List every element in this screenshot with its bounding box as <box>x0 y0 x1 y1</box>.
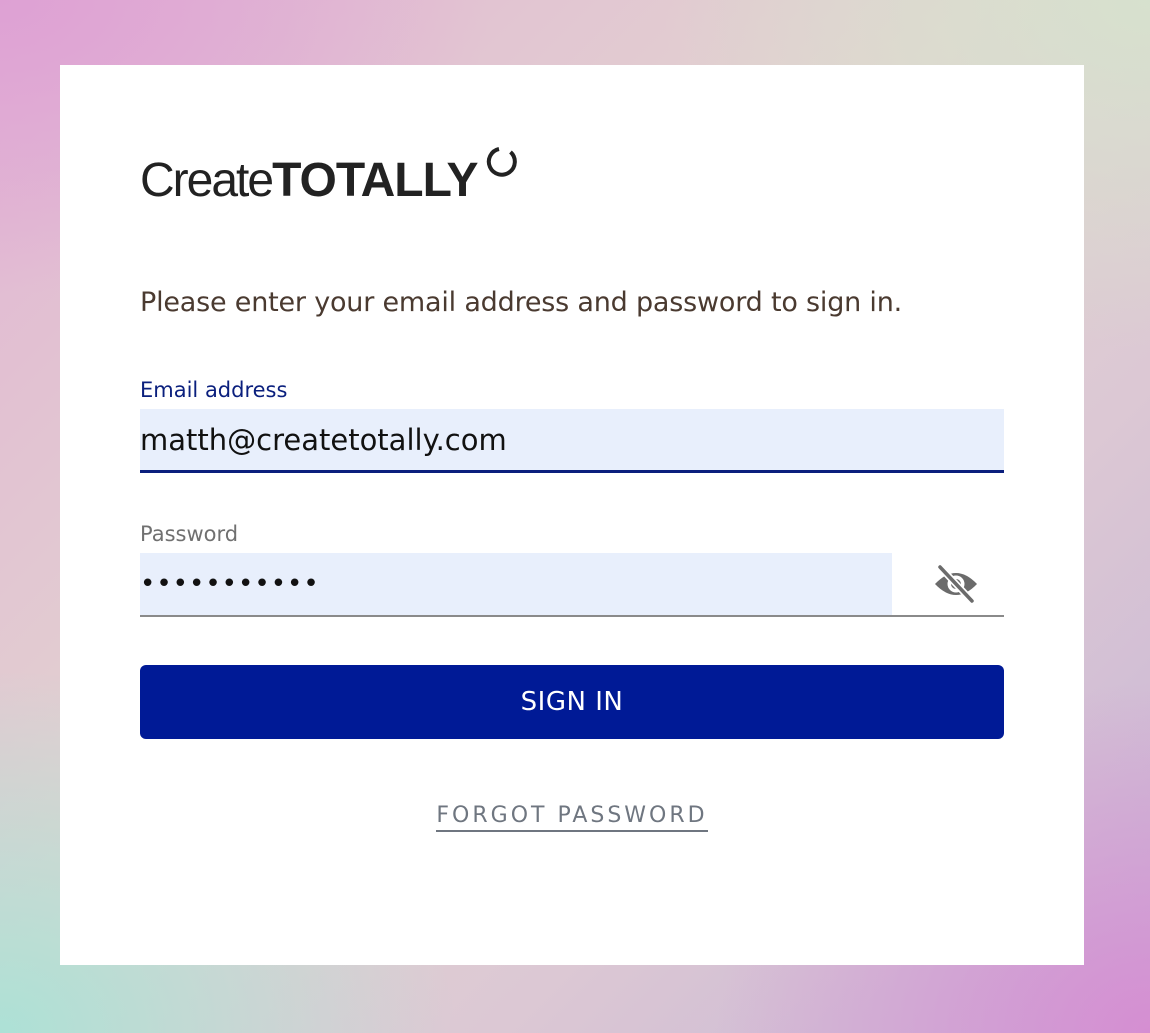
logo-text-create: Create <box>140 154 274 207</box>
email-label: Email address <box>140 378 288 402</box>
password-value[interactable]: ••••••••••• <box>140 553 892 615</box>
email-field[interactable]: matth@createtotally.com <box>140 409 1004 473</box>
eye-off-icon <box>935 564 977 604</box>
password-field[interactable]: ••••••••••• <box>140 553 1004 617</box>
sign-in-instructions: Please enter your email address and pass… <box>140 287 903 318</box>
toggle-password-visibility-button[interactable] <box>930 563 982 605</box>
forgot-password-link[interactable]: FORGOT PASSWORD <box>436 803 708 832</box>
password-label: Password <box>140 522 239 546</box>
sign-in-button[interactable]: SIGN IN <box>140 665 1004 739</box>
logo-text-totally: TOTALLY <box>272 154 478 207</box>
email-value[interactable]: matth@createtotally.com <box>140 409 507 471</box>
createtotally-logo: Create TOTALLY <box>140 143 518 223</box>
login-card: Create TOTALLY Please enter your email a… <box>60 65 1084 965</box>
ring-icon <box>486 147 517 177</box>
